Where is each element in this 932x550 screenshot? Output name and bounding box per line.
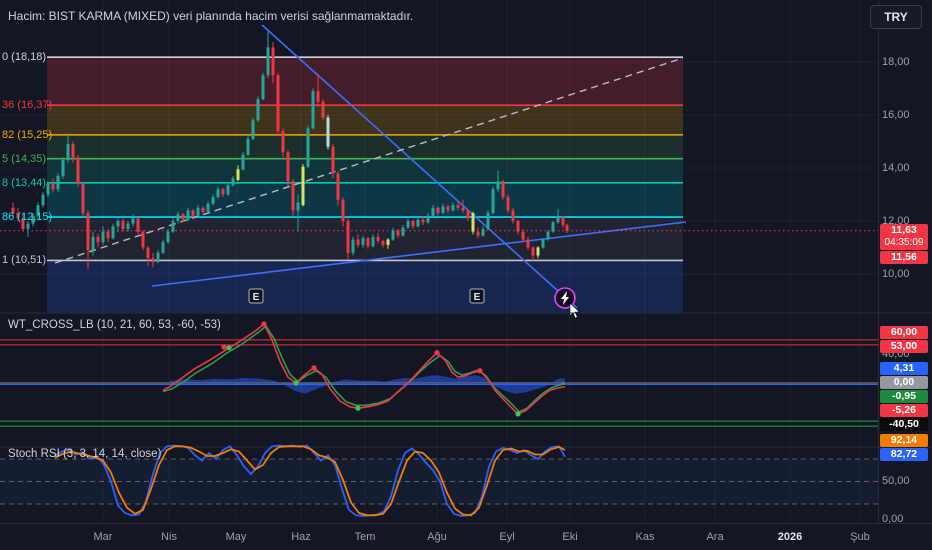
fib-level-label: 5 (14,35) — [2, 152, 47, 165]
svg-text:E: E — [253, 292, 260, 303]
time-axis-label: Nis — [161, 531, 177, 543]
fib-level-label: 1 (10,51) — [2, 254, 47, 267]
time-axis-label: Ağu — [427, 531, 447, 543]
wt-level-60-badge: 60,00 — [880, 326, 928, 339]
stoch-k-badge: 82,72 — [880, 448, 928, 461]
time-axis-label: Şub — [850, 531, 870, 543]
time-axis-separator — [0, 523, 932, 524]
price-axis-tick: 0,00 — [882, 513, 904, 525]
wt-zero-badge: 0,00 — [880, 376, 928, 389]
wt-pane — [0, 321, 878, 427]
stoch-d-badge: 92,14 — [880, 434, 928, 447]
time-axis-label: May — [225, 531, 247, 543]
price-axis-separator — [878, 0, 879, 523]
volume-notice: Hacim: BIST KARMA (MIXED) veri planında … — [8, 9, 414, 23]
crosshair-value-badge: -40,50 — [880, 418, 928, 431]
wt-vwap-badge: 4,31 — [880, 362, 928, 375]
time-axis-label: Tem — [354, 531, 376, 543]
current-price-badge: 11,63 04:35:09 — [880, 224, 928, 250]
fib-level-label: 36 (16,37) — [2, 99, 53, 112]
fib-level-label: 82 (15,25) — [2, 128, 53, 141]
price-axis-tick: 16,00 — [882, 109, 910, 121]
price-axis-tick: 10,00 — [882, 268, 910, 280]
stoch-pane-title: Stoch RSI (3, 3, 14, 14, close) — [8, 448, 162, 460]
wt2-value-badge: -0,95 — [880, 390, 928, 403]
chart-canvas: EE — [0, 0, 932, 523]
time-axis-label: Haz — [291, 531, 311, 543]
wt-level-53-badge: 53,00 — [880, 340, 928, 353]
fib-level-label: 86 (12,15) — [2, 211, 53, 224]
time-axis-label: Eki — [562, 531, 578, 543]
time-axis-label: Eyl — [499, 531, 515, 543]
currency-button[interactable]: TRY — [870, 5, 922, 29]
wt2-line — [162, 324, 566, 413]
price-axis-tick: 14,00 — [882, 162, 910, 174]
time-axis-label: Ara — [706, 531, 724, 543]
time-axis-label: Mar — [93, 531, 113, 543]
price-countdown: 04:35:09 — [884, 237, 924, 248]
price-axis-tick: 18,00 — [882, 56, 910, 68]
fib-level-label: 8 (13,44) — [2, 176, 47, 189]
price-low-badge: 11,56 — [880, 251, 928, 264]
wt1-line — [162, 322, 566, 415]
price-axis-tick: 50,00 — [882, 475, 910, 487]
time-axis-label: Kas — [635, 531, 655, 543]
time-axis-label: 2026 — [777, 531, 803, 543]
fib-level-label: 0 (18,18) — [2, 51, 47, 64]
svg-text:E: E — [474, 292, 481, 303]
wt1-value-badge: -5,26 — [880, 404, 928, 417]
wt-pane-title: WT_CROSS_LB (10, 21, 60, 53, -60, -53) — [8, 319, 221, 331]
trading-chart-app: EE Hacim: BIST KARMA (MIXED) veri planın… — [0, 0, 932, 550]
